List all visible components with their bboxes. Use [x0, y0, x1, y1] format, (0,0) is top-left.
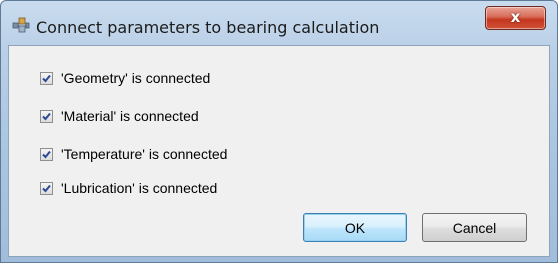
- checkbox-temperature[interactable]: 'Temperature' is connected: [40, 145, 227, 163]
- checkbox-label: 'Lubrication' is connected: [61, 180, 218, 196]
- checkmark-icon: [42, 150, 51, 158]
- checkbox-material[interactable]: 'Material' is connected: [40, 107, 199, 125]
- checkbox-label: 'Material' is connected: [61, 108, 199, 124]
- checkbox-box[interactable]: [40, 181, 53, 195]
- dialog-content: 'Geometry' is connected 'Material' is co…: [8, 45, 550, 257]
- checkbox-label: 'Temperature' is connected: [61, 146, 228, 162]
- close-button[interactable]: x: [485, 6, 546, 30]
- ok-button[interactable]: OK: [303, 213, 407, 242]
- close-icon: x: [510, 8, 521, 26]
- checkbox-box[interactable]: [40, 71, 53, 85]
- checkbox-box[interactable]: [40, 147, 53, 161]
- checkbox-label: 'Geometry' is connected: [61, 70, 211, 86]
- checkbox-box[interactable]: [40, 109, 53, 123]
- connect-parameters-icon: [12, 17, 30, 33]
- checkbox-lubrication[interactable]: 'Lubrication' is connected: [40, 179, 217, 197]
- title-bar[interactable]: Connect parameters to bearing calculatio…: [1, 1, 557, 45]
- dialog-window: Connect parameters to bearing calculatio…: [0, 0, 558, 263]
- checkbox-geometry[interactable]: 'Geometry' is connected: [40, 69, 210, 87]
- checkmark-icon: [42, 184, 51, 192]
- checkmark-icon: [42, 112, 51, 120]
- window-title: Connect parameters to bearing calculatio…: [36, 18, 380, 37]
- cancel-button[interactable]: Cancel: [422, 213, 527, 242]
- checkmark-icon: [42, 74, 51, 82]
